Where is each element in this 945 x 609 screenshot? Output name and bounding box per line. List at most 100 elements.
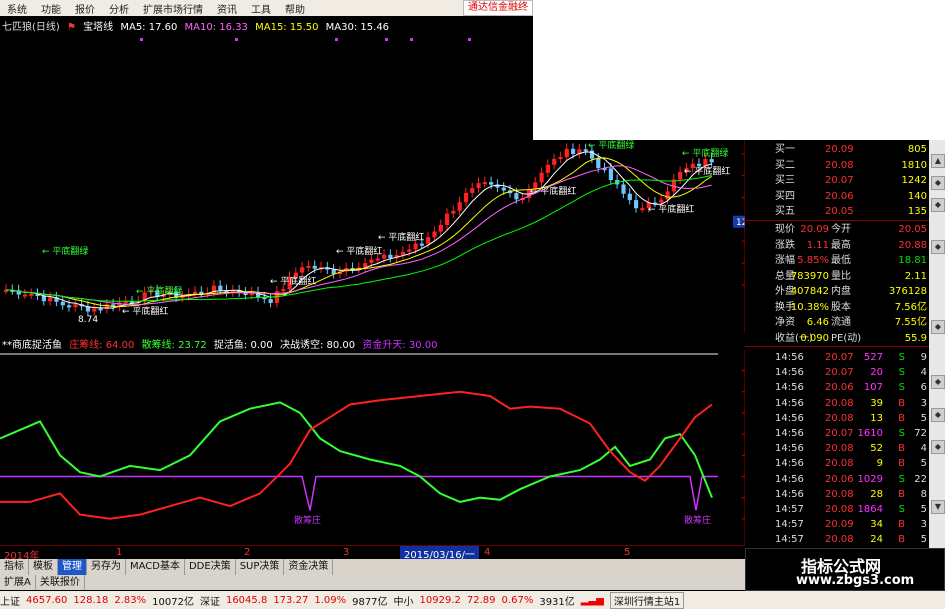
tick-count: 4: [920, 443, 927, 455]
tab-related-quote[interactable]: 关联报价: [36, 575, 85, 590]
bid-row[interactable]: 买三 20.07 1242: [745, 173, 929, 188]
candle-body: [369, 259, 374, 264]
tick-row[interactable]: 14:57 20.08 1864 S 5: [745, 502, 929, 517]
tick-side: B: [898, 534, 905, 546]
candle-body: [514, 193, 519, 200]
time-axis: 2014年 1 2 3 2015/03/16/一 4 5: [0, 545, 745, 562]
ma30-line: [5, 175, 712, 302]
indicator-chart[interactable]: 80.0070.0060.0050.0040.0030.0020.0010.00…: [0, 350, 745, 545]
candlestick-chart[interactable]: 16.0015.0014.0013.0012.0011.0010.0012.89…: [0, 32, 745, 332]
server-site[interactable]: 深圳行情主站1: [609, 591, 685, 609]
tick-volume: 20: [870, 367, 883, 379]
candle-body: [489, 182, 494, 185]
tick-side: S: [898, 473, 905, 485]
menu-function[interactable]: 功能: [34, 1, 68, 16]
scroll-button-4[interactable]: ◆: [931, 240, 945, 254]
tab-indicator[interactable]: 指标: [0, 559, 29, 575]
tab-extended-a[interactable]: 扩展A: [0, 575, 36, 590]
sz-index-value: 16045.8: [225, 594, 268, 606]
scroll-button-1[interactable]: ▲: [931, 154, 945, 168]
tick-row[interactable]: 14:56 20.07 527 S 9: [745, 350, 929, 365]
tick-row[interactable]: 14:56 20.08 52 B 4: [745, 441, 929, 456]
divider: [745, 220, 929, 221]
stat-row[interactable]: 现价 20.09 今开 20.05: [745, 222, 929, 237]
menu-help[interactable]: 帮助: [278, 1, 312, 16]
candle-body: [419, 243, 424, 246]
stat-row[interactable]: 涨跌 1.11 最高 20.88: [745, 238, 929, 253]
zx-index-label[interactable]: 中小: [394, 593, 414, 608]
tab-dde[interactable]: DDE决策: [185, 559, 236, 575]
tick-row[interactable]: 14:57 20.08 24 B 5: [745, 532, 929, 547]
tick-price: 20.06: [825, 382, 854, 394]
event-marker: [468, 38, 471, 41]
tab-manage[interactable]: 管理: [58, 559, 87, 575]
signal-label: ← 平底翻绿: [588, 139, 634, 151]
tick-count: 5: [920, 458, 927, 470]
scroll-button-2[interactable]: ◆: [931, 176, 945, 190]
stat-value: 2.11: [904, 270, 927, 282]
menu-tools[interactable]: 工具: [244, 1, 278, 16]
scroll-button-9[interactable]: ▼: [931, 500, 945, 514]
stat-row[interactable]: 外盘 407842 内盘 376128: [745, 284, 929, 299]
scroll-button-3[interactable]: ◆: [931, 198, 945, 212]
bid-label: 买五: [775, 206, 795, 217]
stat-value: 376128: [888, 286, 927, 297]
stat-row[interactable]: 换手 10.38% 股本 7.56亿: [745, 300, 929, 315]
bid-label: 买三: [775, 175, 795, 186]
brand-title: 通达信金融终: [463, 0, 533, 16]
menu-analysis[interactable]: 分析: [102, 1, 136, 16]
tab-sup[interactable]: SUP决策: [236, 559, 285, 575]
bid-label: 买二: [775, 159, 795, 171]
tab-fund[interactable]: 资金决策: [284, 559, 334, 575]
scroll-button-6[interactable]: ◆: [931, 375, 945, 389]
menu-extended-market[interactable]: 扩展市场行情: [136, 1, 210, 16]
tick-side: B: [898, 519, 905, 531]
sh-index-label[interactable]: 上证: [0, 593, 20, 608]
tab-macd[interactable]: MACD基本: [126, 559, 185, 575]
zx-index-change: 72.89: [466, 594, 496, 606]
tick-row[interactable]: 14:56 20.06 1029 S 22: [745, 472, 929, 487]
scroll-button-7[interactable]: ◆: [931, 408, 945, 422]
side-scrollbar[interactable]: ▲ ◆ ◆ ◆ ◆ ◆ ◆ ◆ ▼: [929, 140, 945, 548]
stat-value: 5.85%: [797, 255, 829, 266]
bid-volume: 805: [907, 144, 927, 155]
menu-quote[interactable]: 报价: [68, 1, 102, 16]
stat-row[interactable]: 净资 6.46 流通 7.55亿: [745, 315, 929, 330]
tick-row[interactable]: 14:57 20.09 34 B 3: [745, 517, 929, 532]
tick-side: B: [898, 397, 905, 409]
tick-volume: 24: [870, 534, 883, 546]
bid-row[interactable]: 买五 20.05 135: [745, 204, 929, 219]
tick-count: 3: [920, 519, 927, 531]
tick-price: 20.08: [825, 458, 854, 470]
bid-row[interactable]: 买四 20.06 140: [745, 189, 929, 204]
tick-row[interactable]: 14:56 20.06 107 S 6: [745, 380, 929, 395]
candle-body: [482, 182, 487, 185]
tick-count: 4: [920, 367, 927, 379]
bid-row[interactable]: 买二 20.08 1810: [745, 158, 929, 173]
stat-row[interactable]: 总量 783970 量比 2.11: [745, 269, 929, 284]
tick-volume: 13: [870, 412, 883, 424]
bid-row[interactable]: 买一 20.09 805: [745, 142, 929, 157]
menu-info[interactable]: 资讯: [210, 1, 244, 16]
tick-row[interactable]: 14:56 20.08 13 B 5: [745, 411, 929, 426]
scroll-button-5[interactable]: ◆: [931, 320, 945, 334]
tick-volume: 107: [863, 382, 883, 394]
tick-row[interactable]: 14:56 20.08 28 B 8: [745, 487, 929, 502]
bid-volume: 1810: [901, 159, 927, 171]
scroll-button-8[interactable]: ◆: [931, 440, 945, 454]
tick-price: 20.08: [825, 504, 854, 515]
tick-row[interactable]: 14:56 20.07 20 S 4: [745, 365, 929, 380]
tick-row[interactable]: 14:56 20.08 9 B 5: [745, 456, 929, 471]
tick-volume: 52: [870, 443, 883, 455]
tab-save-as[interactable]: 另存为: [87, 559, 126, 575]
stat-row[interactable]: 收益(一) 0.090 PE(动) 55.9: [745, 331, 929, 346]
tick-row[interactable]: 14:56 20.08 39 B 3: [745, 396, 929, 411]
stat-row[interactable]: 涨幅 5.85% 最低 18.81: [745, 253, 929, 268]
bid-volume: 1242: [901, 175, 927, 186]
sz-index-label[interactable]: 深证: [200, 593, 220, 608]
stat-value: 783970: [790, 270, 829, 282]
tab-template[interactable]: 模板: [29, 559, 58, 575]
candle-body: [306, 265, 311, 268]
tick-row[interactable]: 14:56 20.07 1610 S 72: [745, 426, 929, 441]
menu-system[interactable]: 系统: [0, 1, 34, 16]
